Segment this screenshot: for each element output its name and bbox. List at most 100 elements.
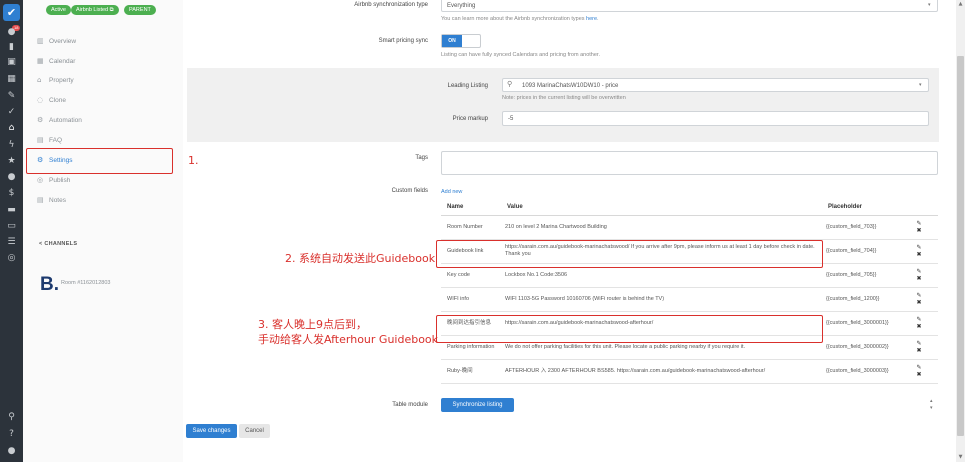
scroll-up-icon[interactable]: ▴ [930, 398, 933, 404]
leading-listing-help: Note: prices in the current listing will… [502, 95, 626, 101]
smart-pricing-toggle[interactable]: ON [441, 34, 481, 48]
nav-item-property[interactable]: ⌂ Property [37, 73, 171, 87]
tags-label: Tags [415, 155, 428, 161]
nav-label: Clone [49, 97, 66, 104]
column-header-placeholder: Placeholder [822, 199, 900, 216]
delete-icon[interactable]: ✖ [916, 347, 921, 354]
nav-item-publish[interactable]: ◎ Publish [37, 173, 171, 187]
help-icon[interactable]: ? [4, 428, 19, 440]
logo-check-icon[interactable]: ✔ [3, 4, 20, 21]
annotation-3-line1: 3. 客人晚上9点后到， [258, 318, 367, 331]
sync-type-select[interactable]: Everything [441, 0, 938, 12]
delete-icon[interactable]: ✖ [916, 251, 921, 258]
edit-icon[interactable]: ✎ [916, 316, 921, 323]
chevron-down-icon: ▾ [928, 2, 931, 8]
nav-item-calendar[interactable]: ▦ Calendar [37, 54, 171, 68]
cell-placeholder: {{custom_field_1200}} [822, 287, 900, 312]
synchronize-listing-button[interactable]: Synchronize listing [441, 398, 514, 412]
custom-fields-table: Name Value Placeholder Room Number 210 o… [441, 199, 938, 384]
cell-value: AFTERHOUR 入 2300 AFTERHOUR BS585. https:… [501, 359, 822, 384]
nav-label: Publish [49, 177, 71, 184]
scroll-up-arrow-icon[interactable]: ▲ [957, 1, 964, 7]
leading-listing-select[interactable]: 1093 MarinaChatsW10DW10 - price [502, 78, 929, 92]
price-markup-input[interactable]: -5 [502, 111, 929, 126]
smart-pricing-label: Smart pricing sync [378, 38, 428, 44]
briefcase-icon[interactable]: ▬ [4, 204, 19, 216]
smart-pricing-help: Listing can have fully synced Calendars … [441, 52, 600, 58]
scroll-down-icon[interactable]: ▾ [930, 405, 933, 411]
scrollbar-thumb[interactable] [957, 56, 964, 436]
sync-type-help-link[interactable]: here [586, 16, 597, 22]
edit-icon[interactable]: ✎ [916, 220, 921, 227]
cell-name: Ruby-晚间 [441, 359, 501, 384]
inbox-icon[interactable]: ▭ [4, 220, 19, 232]
edit-icon[interactable]: ✎ [916, 340, 921, 347]
cell-placeholder: {{custom_field_3000003}} [822, 359, 900, 384]
globe-icon[interactable]: ◎ [4, 252, 19, 264]
scroll-down-arrow-icon[interactable]: ▼ [957, 454, 964, 460]
share-icon: < [39, 241, 43, 247]
cell-placeholder: {{custom_field_704}} [822, 239, 900, 264]
calendar-alt-icon[interactable]: ▦ [4, 73, 19, 85]
star-icon[interactable]: ★ [4, 155, 19, 167]
nav-item-faq[interactable]: ▤ FAQ [37, 133, 171, 147]
notes-icon: ▤ [37, 196, 44, 204]
home-icon[interactable]: ⌂ [4, 122, 19, 134]
chat-icon[interactable]: ● [4, 26, 19, 38]
channel-room-link[interactable]: Room #1162012803 [61, 280, 110, 286]
listing-sidebar: Active Airbnb Listed ⧉ PARENT ▥ Overview … [23, 0, 183, 462]
edit-icon[interactable]: ✎ [916, 244, 921, 251]
cell-name: Room Number [441, 215, 501, 240]
user-icon[interactable]: ● [4, 445, 19, 457]
delete-icon[interactable]: ✖ [916, 227, 921, 234]
add-new-link[interactable]: Add new [441, 189, 462, 195]
save-changes-button[interactable]: Save changes [186, 424, 237, 438]
icon-rail: ✔ 18 ● ▮ ▣ ▦ ✎ ✓ ⌂ ϟ ★ ● $ ▬ ▭ ☰ ◎ ⚲ ? ● [0, 0, 23, 462]
table-row: Ruby-晚间 AFTERHOUR 入 2300 AFTERHOUR BS585… [441, 359, 938, 384]
nav-item-notes[interactable]: ▤ Notes [37, 193, 171, 207]
nav-item-automation[interactable]: ⚙ Automation [37, 113, 171, 127]
row-actions: ✎ ✖ [900, 287, 938, 312]
brush-icon[interactable]: ✎ [4, 90, 19, 102]
row-actions: ✎ ✖ [900, 263, 938, 288]
custom-fields-label: Custom fields [391, 188, 428, 194]
nav-label: FAQ [49, 137, 63, 144]
search-icon[interactable]: ⚲ [4, 411, 19, 423]
nav-label: Calendar [49, 58, 76, 65]
clone-icon: ◌ [37, 96, 44, 104]
nav-item-clone[interactable]: ◌ Clone [37, 93, 171, 107]
annotation-2: 2. 系统自动发送此Guidebook [285, 252, 436, 265]
column-header-name: Name [441, 199, 501, 216]
nav-item-overview[interactable]: ▥ Overview [37, 34, 171, 48]
dollar-icon[interactable]: $ [4, 187, 19, 199]
edit-icon[interactable]: ✎ [916, 364, 921, 371]
users-icon[interactable]: ● [4, 171, 19, 183]
list-icon[interactable]: ☰ [4, 236, 19, 248]
leading-listing-label: Leading Listing [447, 83, 488, 89]
page-scrollbar[interactable]: ▲ ▼ [956, 0, 965, 462]
bolt-icon[interactable]: ϟ [4, 139, 19, 151]
delete-icon[interactable]: ✖ [916, 275, 921, 282]
table-header-row: Name Value Placeholder [441, 199, 938, 216]
edit-icon[interactable]: ✎ [916, 268, 921, 275]
delete-icon[interactable]: ✖ [916, 299, 921, 306]
bar-chart-icon[interactable]: ▮ [4, 41, 19, 53]
cancel-button[interactable]: Cancel [239, 424, 270, 438]
delete-icon[interactable]: ✖ [916, 371, 921, 378]
edit-icon[interactable]: ✎ [916, 292, 921, 299]
faq-icon: ▤ [37, 136, 44, 144]
tags-input[interactable] [441, 151, 938, 175]
column-header-value: Value [501, 199, 822, 216]
table-row: Room Number 210 on level 2 Marina Chartw… [441, 215, 938, 240]
cell-placeholder: {{custom_field_705}} [822, 263, 900, 288]
status-tag-airbnb-listed[interactable]: Airbnb Listed ⧉ [71, 5, 119, 15]
sync-type-help-text: You can learn more about the Airbnb sync… [441, 16, 585, 22]
external-link-icon: ⧉ [109, 7, 114, 13]
delete-icon[interactable]: ✖ [916, 323, 921, 330]
sync-type-help: You can learn more about the Airbnb sync… [441, 16, 599, 22]
cell-placeholder: {{custom_field_3000001}} [822, 311, 900, 336]
check-icon[interactable]: ✓ [4, 106, 19, 118]
calendar-icon[interactable]: ▣ [4, 56, 19, 68]
cell-value: 210 on level 2 Marina Chartwood Building [501, 215, 822, 240]
sync-type-label: Airbnb synchronization type [354, 2, 428, 8]
